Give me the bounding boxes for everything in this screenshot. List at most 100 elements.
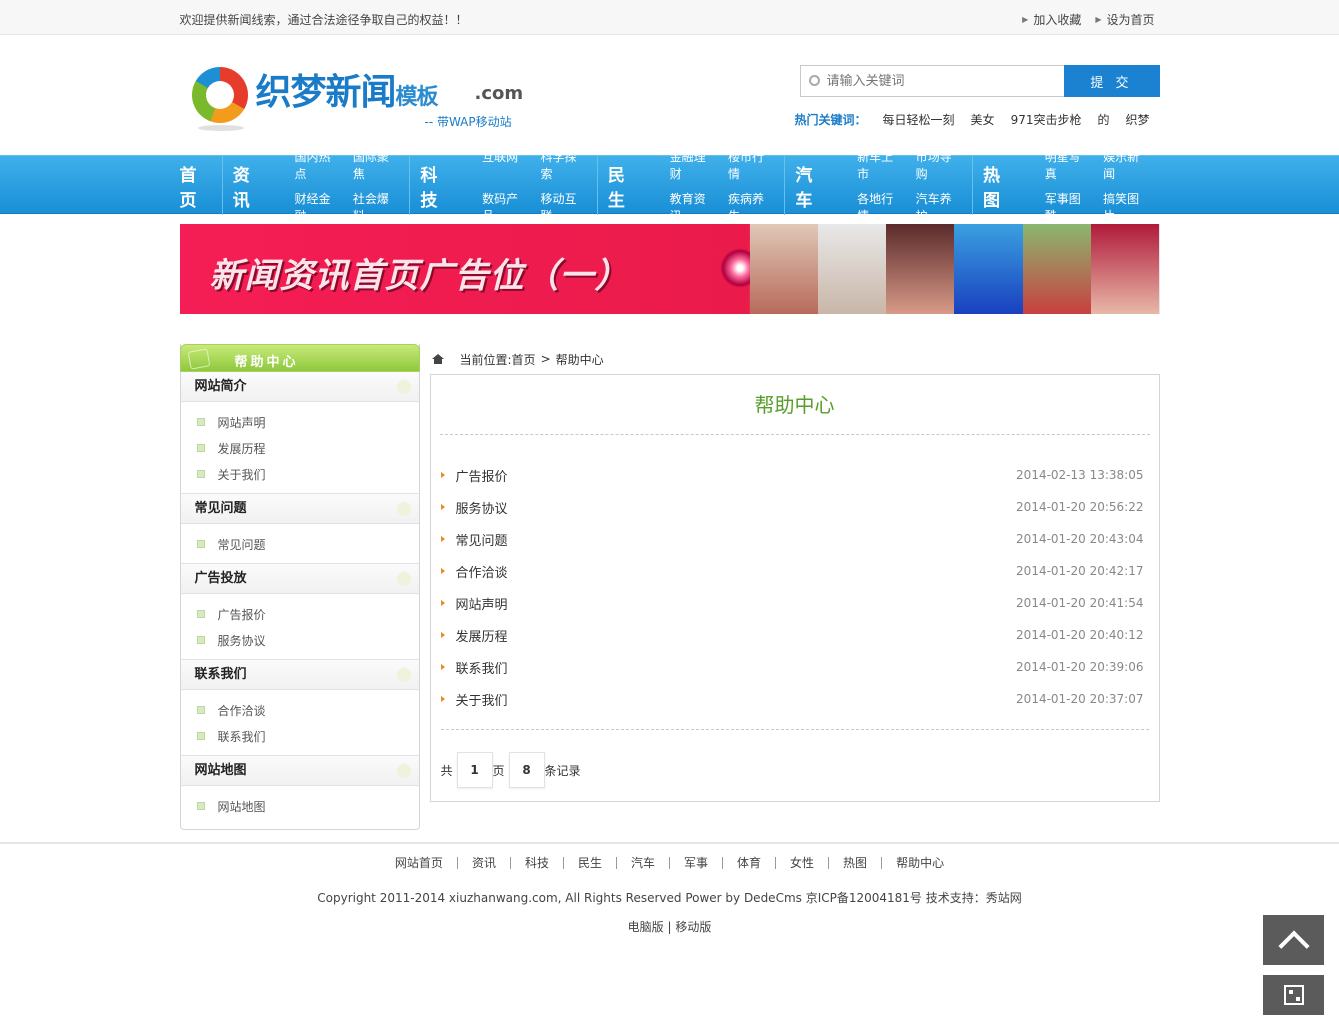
qr-code-button[interactable] bbox=[1263, 975, 1324, 1015]
sidebar-section-title: 网站地图 bbox=[194, 763, 247, 778]
nav-group-auto: 汽车 新车上市 市场导购 各地行情 汽车养护 bbox=[784, 150, 972, 223]
nav-sub-link[interactable]: 国内热点 bbox=[295, 148, 339, 182]
nav-sub-link[interactable]: 金融理财 bbox=[670, 148, 714, 182]
nav-sub-link[interactable]: 汽车养护 bbox=[916, 190, 960, 224]
hot-keyword[interactable]: 的 bbox=[1097, 111, 1109, 128]
footer-link[interactable]: 汽车 bbox=[615, 857, 669, 869]
nav-sub-link[interactable]: 新车上市 bbox=[857, 148, 901, 182]
sidebar-item[interactable]: 网站地图 bbox=[181, 793, 419, 819]
nav-sub-link[interactable]: 移动互联 bbox=[540, 190, 584, 224]
square-bullet-icon bbox=[196, 540, 205, 548]
footer-link[interactable]: 军事 bbox=[669, 857, 722, 869]
article-link[interactable]: 联系我们 bbox=[456, 658, 508, 677]
nav-sub-link[interactable]: 娱乐新闻 bbox=[1103, 148, 1147, 182]
sidebar-section-faq: 常见问题 bbox=[180, 494, 419, 524]
nav-sub-link[interactable]: 明星写真 bbox=[1045, 148, 1089, 182]
list-divider bbox=[440, 729, 1149, 730]
arrow-right-icon bbox=[440, 536, 445, 542]
nav-news[interactable]: 资讯 bbox=[233, 161, 275, 211]
nav-sub-link[interactable]: 各地行情 bbox=[857, 190, 901, 224]
back-to-top-button[interactable] bbox=[1263, 915, 1324, 965]
help-sidebar: 帮助中心 网站简介 网站声明 发展历程 关于我们 常见问题 常见问题 广告投放 … bbox=[179, 344, 420, 830]
site-logo[interactable]: 织梦新闻模板 .com -- 带WAP移动站 bbox=[188, 61, 528, 133]
sidebar-item-label: 广告报价 bbox=[217, 607, 266, 622]
chevron-up-icon bbox=[1277, 930, 1310, 962]
hot-keyword[interactable]: 织梦 bbox=[1125, 111, 1149, 128]
footer-link[interactable]: 网站首页 bbox=[381, 857, 457, 869]
footer-link[interactable]: 热图 bbox=[828, 857, 881, 869]
breadcrumb-separator: > bbox=[540, 352, 551, 366]
ad-banner[interactable]: 新闻资讯首页广告位（一） bbox=[179, 224, 1160, 314]
footer-link[interactable]: 帮助中心 bbox=[881, 857, 958, 869]
nav-sub-link[interactable]: 社会爆料 bbox=[353, 190, 397, 224]
nav-sub-link[interactable]: 财经金融 bbox=[295, 190, 339, 224]
nav-home[interactable]: 首页 bbox=[180, 156, 222, 215]
welcome-text: 欢迎提供新闻线索，通过合法途径争取自己的权益！！ bbox=[179, 13, 468, 27]
sidebar-item[interactable]: 关于我们 bbox=[181, 461, 419, 487]
article-link[interactable]: 服务协议 bbox=[456, 498, 508, 517]
article-list: 广告报价 2014-02-13 13:38:05 服务协议 2014-01-20 2… bbox=[440, 435, 1149, 715]
sidebar-item[interactable]: 服务协议 bbox=[181, 627, 419, 653]
sidebar-section-contact: 联系我们 bbox=[180, 660, 419, 690]
sidebar-item[interactable]: 联系我们 bbox=[181, 723, 419, 749]
article-date: 2014-02-13 13:38:05 bbox=[1016, 468, 1144, 482]
arrow-right-icon bbox=[440, 696, 445, 702]
sidebar-item[interactable]: 发展历程 bbox=[181, 435, 419, 461]
sidebar-section-about: 网站简介 bbox=[180, 372, 419, 402]
sidebar-item[interactable]: 常见问题 bbox=[181, 531, 419, 557]
search-input[interactable] bbox=[800, 66, 1064, 96]
nav-sub-link[interactable]: 楼市行情 bbox=[728, 148, 772, 182]
square-bullet-icon bbox=[196, 636, 205, 644]
sidebar-list: 网站声明 发展历程 关于我们 bbox=[180, 402, 419, 494]
article-link[interactable]: 合作洽谈 bbox=[456, 562, 508, 581]
hot-keyword[interactable]: 美女 bbox=[971, 111, 995, 128]
footer-link[interactable]: 资讯 bbox=[456, 857, 510, 869]
article-link[interactable]: 常见问题 bbox=[456, 530, 508, 549]
sidebar-item[interactable]: 网站声明 bbox=[181, 409, 419, 435]
breadcrumb-home-link[interactable]: 首页 bbox=[512, 351, 536, 368]
article-date: 2014-01-20 20:56:22 bbox=[1016, 500, 1144, 514]
footer-link[interactable]: 女性 bbox=[775, 857, 828, 869]
logo-tagline: -- 带WAP移动站 bbox=[424, 115, 512, 129]
footer-link[interactable]: 科技 bbox=[509, 857, 563, 869]
nav-life[interactable]: 民生 bbox=[608, 161, 650, 211]
sidebar-section-title: 联系我们 bbox=[194, 667, 247, 682]
nav-sub-link[interactable]: 市场导购 bbox=[916, 148, 960, 182]
hot-keyword[interactable]: 每日轻松一刻 bbox=[883, 111, 955, 128]
breadcrumb-current[interactable]: 帮助中心 bbox=[556, 351, 604, 368]
nav-sub-link[interactable]: 科学探索 bbox=[540, 148, 584, 182]
article-link[interactable]: 网站声明 bbox=[456, 594, 508, 613]
footer-link[interactable]: 民生 bbox=[562, 857, 616, 869]
square-bullet-icon bbox=[196, 418, 205, 426]
nav-sub-link[interactable]: 搞笑图片 bbox=[1103, 190, 1147, 224]
article-link[interactable]: 关于我们 bbox=[456, 690, 508, 709]
nav-sub-link[interactable]: 教育资讯 bbox=[670, 190, 714, 224]
square-bullet-icon bbox=[196, 610, 205, 618]
flower-icon bbox=[396, 668, 411, 682]
banner-photo bbox=[954, 224, 1023, 314]
nav-tech[interactable]: 科技 bbox=[420, 161, 462, 211]
search-submit-button[interactable]: 提 交 bbox=[1063, 65, 1160, 97]
nav-sub-link[interactable]: 数码产品 bbox=[482, 190, 526, 224]
article-link[interactable]: 广告报价 bbox=[456, 466, 508, 485]
sidebar-item[interactable]: 合作洽谈 bbox=[181, 697, 419, 723]
version-switch[interactable]: 电脑版 | 移动版 bbox=[0, 918, 1339, 935]
nav-sub-link[interactable]: 军事图酷 bbox=[1045, 190, 1089, 224]
nav-group-tech: 科技 互联网 科学探索 数码产品 移动互联 bbox=[409, 150, 597, 223]
nav-auto[interactable]: 汽车 bbox=[795, 161, 837, 211]
search-box bbox=[799, 65, 1064, 97]
article-date: 2014-01-20 20:37:07 bbox=[1016, 692, 1144, 706]
add-favorite-link[interactable]: ▶ 加入收藏 bbox=[1022, 11, 1081, 28]
nav-sub-link[interactable]: 疾病养生 bbox=[728, 190, 772, 224]
sidebar-section-title: 常见问题 bbox=[194, 501, 247, 516]
nav-sub-link[interactable]: 国际聚焦 bbox=[353, 148, 397, 182]
footer-link[interactable]: 体育 bbox=[722, 857, 775, 869]
nav-hotpics[interactable]: 热图 bbox=[983, 161, 1025, 211]
article-link[interactable]: 发展历程 bbox=[456, 626, 508, 645]
hot-keywords: 热门关键词： 每日轻松一刻 美女 971突击步枪 的 织梦 bbox=[795, 111, 1150, 128]
set-homepage-link[interactable]: ▶ 设为首页 bbox=[1095, 11, 1154, 28]
nav-sub-link[interactable]: 互联网 bbox=[482, 148, 526, 182]
sidebar-item[interactable]: 广告报价 bbox=[181, 601, 419, 627]
main-nav: 首页 资讯 国内热点 国际聚焦 财经金融 社会爆料 科技 互联网 科学探索 数码… bbox=[0, 150, 1339, 223]
hot-keyword[interactable]: 971突击步枪 bbox=[1011, 111, 1082, 128]
